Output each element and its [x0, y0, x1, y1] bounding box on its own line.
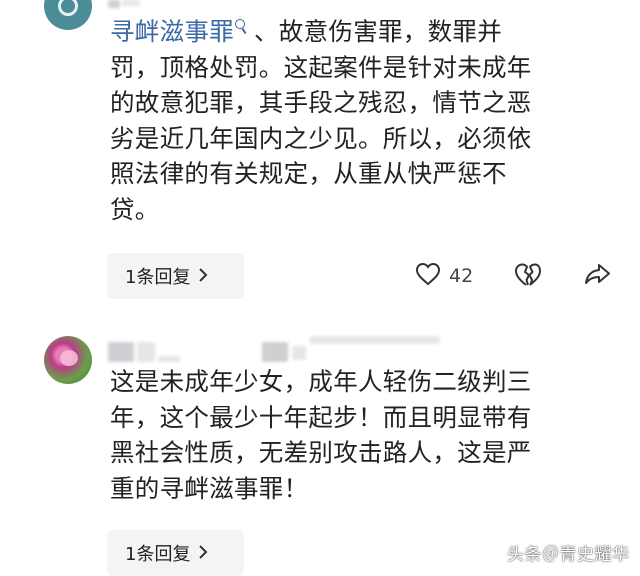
comment-line: 罚，顶格处罚。这起案件是针对未成年 [110, 52, 532, 82]
comment-line: 年，这个最少十年起步！而且明显带有 [110, 402, 532, 432]
like-count: 42 [449, 265, 474, 287]
comment-line: 照法律的有关规定，从重从快严惩不 [110, 159, 507, 189]
chevron-right-icon [198, 267, 208, 286]
keyword-link[interactable]: 寻衅滋事罪 [110, 17, 254, 46]
username-redacted [310, 336, 440, 344]
username-redacted [137, 342, 155, 362]
view-replies-button[interactable]: 1条回复 [107, 253, 244, 299]
like-button[interactable]: 42 [415, 262, 473, 290]
comment-text: 寻衅滋事罪 、故意伤害罪，数罪并罚，顶格处罚。这起案件是针对未成年 的故意犯罪，其手… [110, 14, 610, 228]
comment-line: 、故意伤害罪，数罪并 [254, 17, 502, 46]
dislike-button[interactable] [514, 262, 542, 292]
username-redacted [122, 0, 140, 6]
comment-line: 这是未成年少女，成年人轻伤二级判三 [110, 367, 532, 396]
comment-line: 黑社会性质，无差别攻击路人，这是严 [110, 438, 532, 468]
share-icon [583, 262, 611, 290]
comment-line: 重的寻衅滋事罪！ [110, 473, 309, 503]
view-replies-button[interactable]: 1条回复 [107, 530, 244, 576]
username-redacted [292, 346, 306, 360]
broken-heart-icon [514, 262, 542, 292]
chevron-right-icon [198, 544, 208, 563]
share-button[interactable] [583, 262, 611, 290]
avatar[interactable] [44, 336, 92, 384]
watermark: 头条＠青史耀华 [507, 545, 630, 565]
comment-line: 贷。 [110, 194, 160, 224]
username-redacted [108, 0, 120, 8]
username-redacted [158, 356, 180, 362]
heart-icon [415, 262, 441, 290]
reply-label: 1条回复 [125, 267, 191, 288]
search-icon [234, 18, 248, 36]
comment-line: 的故意犯罪，其手段之残忍，情节之恶 [110, 88, 532, 118]
comment-text: 这是未成年少女，成年人轻伤二级判三 年，这个最少十年起步！而且明显带有 黑社会性质，… [110, 364, 610, 506]
username-redacted [262, 342, 288, 362]
avatar[interactable] [44, 0, 92, 30]
reply-label: 1条回复 [125, 544, 191, 565]
username-redacted [108, 342, 134, 362]
comment-line: 劣是近几年国内之少见。所以，必须依 [110, 123, 532, 153]
